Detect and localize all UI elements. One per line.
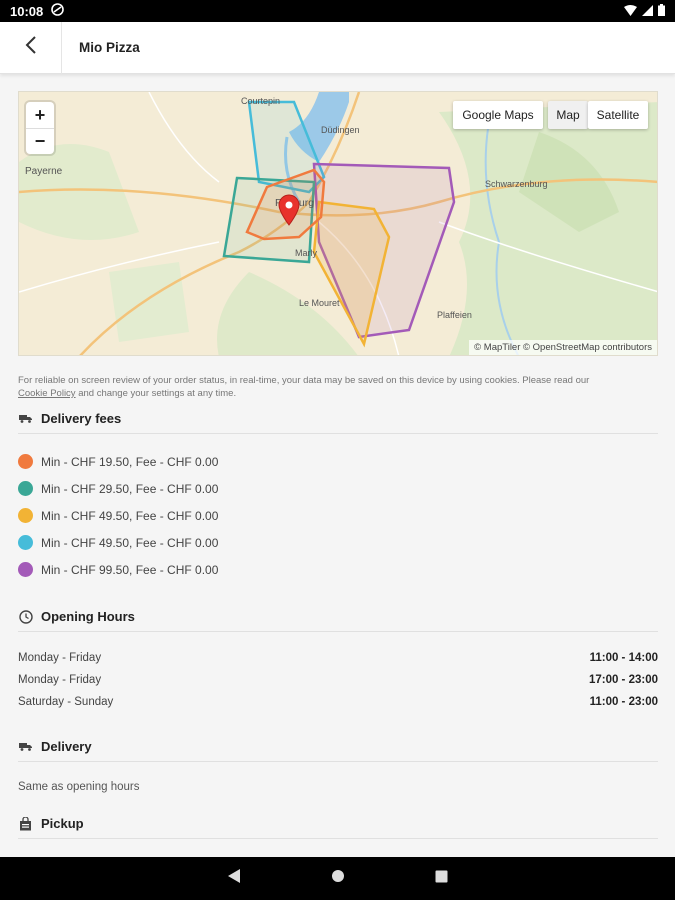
map-label-marly: Marly: [295, 248, 317, 258]
truck-icon: [18, 742, 33, 751]
hours-days: Monday - Friday: [18, 674, 102, 686]
zone-color-dot: [18, 535, 33, 550]
fee-label: Min - CHF 19.50, Fee - CHF 0.00: [41, 454, 219, 469]
fee-label: Min - CHF 29.50, Fee - CHF 0.00: [41, 481, 219, 496]
cookie-notice-text-after: and change your settings at any time.: [78, 388, 237, 399]
delivery-hours-text: Same as opening hours: [18, 781, 140, 793]
pickup-title: Pickup: [41, 816, 84, 831]
pickup-header: Pickup: [18, 815, 658, 839]
circle-home-icon: [331, 870, 345, 887]
delivery-map[interactable]: Courtepin Düdingen Payerne Schwarzenburg…: [18, 91, 658, 356]
map-label-le-mouret: Le Mouret: [299, 298, 340, 308]
hours-time: 11:00 - 23:00: [589, 696, 658, 708]
wifi-icon: [624, 4, 637, 19]
zone-color-dot: [18, 562, 33, 577]
clock-icon: [18, 609, 33, 624]
chevron-left-icon: [25, 36, 37, 59]
map-label-dudingen: Düdingen: [321, 125, 360, 135]
back-button[interactable]: [0, 21, 62, 74]
zoom-out-button[interactable]: −: [26, 128, 54, 154]
cookie-notice-text: For reliable on screen review of your or…: [18, 375, 590, 386]
opening-hours-title: Opening Hours: [41, 609, 135, 624]
content-scroll[interactable]: Courtepin Düdingen Payerne Schwarzenburg…: [0, 74, 675, 857]
fee-row: Min - CHF 99.50, Fee - CHF 0.00: [18, 562, 218, 577]
fee-label: Min - CHF 49.50, Fee - CHF 0.00: [41, 535, 219, 550]
fee-row: Min - CHF 29.50, Fee - CHF 0.00: [18, 481, 218, 496]
square-recents-icon: [435, 870, 448, 887]
app-bar: Mio Pizza: [0, 21, 675, 74]
cookie-policy-link[interactable]: Cookie Policy: [18, 388, 76, 399]
delivery-fees-title: Delivery fees: [41, 411, 122, 426]
google-maps-button[interactable]: Google Maps: [453, 101, 543, 129]
fee-row: Min - CHF 49.50, Fee - CHF 0.00: [18, 508, 218, 523]
cookie-notice: For reliable on screen review of your or…: [18, 374, 658, 400]
hours-time: 17:00 - 23:00: [588, 674, 658, 686]
status-time: 10:08: [10, 3, 44, 19]
fee-row: Min - CHF 19.50, Fee - CHF 0.00: [18, 454, 218, 469]
map-label-payerne: Payerne: [25, 166, 63, 177]
page-title: Mio Pizza: [79, 40, 140, 55]
satellite-view-button[interactable]: Satellite: [588, 101, 648, 129]
hours-days: Saturday - Sunday: [18, 696, 114, 708]
fee-label: Min - CHF 49.50, Fee - CHF 0.00: [41, 508, 219, 523]
system-nav-bar: [0, 857, 675, 900]
zone-color-dot: [18, 454, 33, 469]
shopping-bag-icon: [18, 816, 33, 831]
delivery-title: Delivery: [41, 739, 92, 754]
hours-days: Monday - Friday: [18, 652, 102, 664]
delivery-fees-header: Delivery fees: [18, 410, 658, 434]
map-label-plaffeien: Plaffeien: [437, 310, 472, 320]
opening-hours-header: Opening Hours: [18, 608, 658, 632]
triangle-back-icon: [227, 869, 241, 888]
signal-icon: [642, 4, 653, 19]
zone-color-dot: [18, 481, 33, 496]
fee-row: Min - CHF 49.50, Fee - CHF 0.00: [18, 535, 218, 550]
truck-icon: [18, 414, 33, 423]
nav-recents-button[interactable]: [435, 870, 448, 888]
zone-color-dot: [18, 508, 33, 523]
nav-home-button[interactable]: [331, 869, 345, 888]
map-attribution: © MapTiler © OpenStreetMap contributors: [469, 340, 657, 355]
zoom-in-button[interactable]: +: [26, 102, 54, 128]
zoom-control: + −: [26, 102, 54, 154]
map-label-schwarzenburg: Schwarzenburg: [485, 179, 548, 189]
location-pin-icon[interactable]: [278, 194, 300, 231]
notification-icon: [51, 3, 65, 19]
hours-time: 11:00 - 14:00: [589, 652, 658, 664]
map-view-button[interactable]: Map: [548, 101, 588, 129]
fee-label: Min - CHF 99.50, Fee - CHF 0.00: [41, 562, 219, 577]
status-bar: 10:08: [0, 0, 675, 22]
delivery-header: Delivery: [18, 738, 658, 762]
hours-row: Monday - Friday 11:00 - 14:00: [18, 652, 658, 664]
hours-row: Saturday - Sunday 11:00 - 23:00: [18, 696, 658, 708]
battery-icon: [658, 3, 665, 19]
map-label-courtepin: Courtepin: [241, 96, 281, 106]
nav-back-button[interactable]: [227, 868, 241, 889]
hours-row: Monday - Friday 17:00 - 23:00: [18, 674, 658, 686]
